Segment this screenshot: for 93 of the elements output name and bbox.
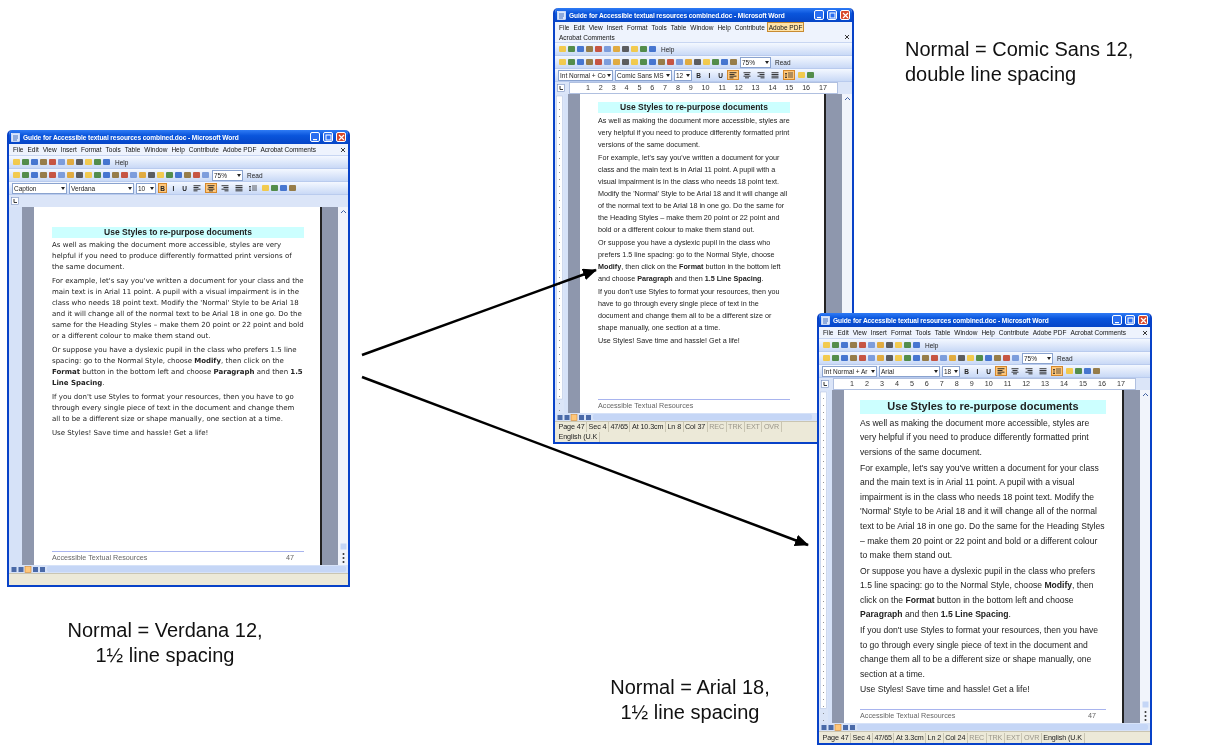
scroll-up-icon[interactable] (843, 96, 851, 102)
maximize-button[interactable] (1125, 315, 1135, 325)
close-document-icon[interactable] (340, 146, 346, 153)
line-spacing-button[interactable] (783, 70, 795, 80)
view-buttons-icon[interactable] (557, 413, 591, 421)
line-spacing-button[interactable] (1051, 366, 1063, 376)
dropdown-caret-icon[interactable] (933, 367, 939, 375)
align-center-icon (207, 184, 215, 192)
dropdown-caret-icon[interactable] (236, 171, 242, 179)
dropdown-caret-icon[interactable] (764, 58, 770, 66)
align-right-button[interactable] (755, 70, 767, 80)
document-paragraph: As well as making the document more accessible, styles are very helpful if you need to produce differently formatted print versions of the same document. (860, 416, 1091, 459)
document-paragraph: If you don't use Styles to format your resources, then you have to go through every single piece of text in the document and change them all to be a different size or shape manually, one section at a time. (860, 624, 1100, 681)
scroll-up-icon[interactable] (1141, 392, 1149, 398)
line-spacing-icon (249, 184, 257, 192)
toolbar-icons-drawing (261, 184, 297, 192)
horizontal-scrollbar[interactable] (47, 566, 346, 572)
horizontal-scrollbar[interactable] (857, 724, 1148, 730)
justify-icon (771, 71, 779, 79)
document-paragraph: Use Styles! Save time and hassle! Get a life! (860, 683, 1031, 697)
justify-button[interactable] (233, 183, 245, 193)
line-spacing-button[interactable] (247, 183, 259, 193)
dropdown-caret-icon[interactable] (60, 184, 66, 192)
justify-icon (1039, 367, 1047, 375)
dropdown-caret-icon[interactable] (953, 367, 959, 375)
dropdown-caret-icon[interactable] (665, 71, 671, 79)
maximize-icon (828, 11, 836, 19)
document-paragraph: For example, let's say you've written a document for your class and the main text is in Arial 11 point. A pupil with a visual impairment is in the class who needs 18 point text. Modify the 'Normal' Style to be Arial 18 and it will change all of the normal text to be Arial 18 in one go. Do the same for the Heading Styles – make them 20 point or 22 point and bold or a different colour to make them stand out. (860, 461, 1106, 563)
tab-stop-icon[interactable] (11, 197, 19, 205)
align-left-button[interactable] (191, 183, 203, 193)
align-center-icon (743, 71, 751, 79)
align-left-icon (193, 184, 201, 192)
browse-buttons-icon[interactable] (339, 543, 347, 563)
dropdown-caret-icon[interactable] (127, 184, 133, 192)
document-icon (557, 10, 566, 20)
minimize-button[interactable] (814, 10, 824, 20)
align-center-button[interactable] (205, 183, 217, 193)
justify-button[interactable] (1037, 366, 1049, 376)
align-left-icon (729, 71, 737, 79)
align-center-button[interactable] (1009, 366, 1021, 376)
document-heading: Use Styles to re-purpose documents (598, 102, 790, 113)
align-right-icon (221, 184, 229, 192)
dropdown-caret-icon[interactable] (1046, 354, 1052, 362)
slide-caption: Normal = Arial 18, 1½ line spacing (609, 675, 771, 725)
align-right-button[interactable] (219, 183, 231, 193)
close-document-icon[interactable] (844, 34, 850, 40)
justify-icon (235, 184, 243, 192)
toolbar-icons-drawing (797, 71, 815, 79)
vertical-scrollbar[interactable] (1140, 390, 1150, 723)
dropdown-caret-icon[interactable] (685, 71, 691, 79)
horizontal-scrollbar[interactable] (593, 414, 812, 420)
toolbar-icons-drawing (1065, 367, 1101, 375)
align-left-icon (997, 367, 1005, 375)
line-spacing-icon (785, 71, 793, 79)
close-icon (841, 11, 849, 19)
view-buttons-icon[interactable] (821, 723, 855, 731)
maximize-button[interactable] (323, 132, 333, 142)
align-left-button[interactable] (995, 366, 1007, 376)
document-icon (11, 132, 20, 142)
close-button[interactable] (336, 132, 346, 142)
view-buttons-icon[interactable] (11, 565, 45, 573)
document-heading: Use Styles to re-purpose documents (860, 400, 1106, 414)
dropdown-caret-icon[interactable] (870, 367, 876, 375)
scroll-up-icon[interactable] (339, 209, 347, 215)
tab-stop-icon[interactable] (821, 380, 829, 388)
align-right-icon (757, 71, 765, 79)
document-heading: Use Styles to re-purpose documents (52, 227, 304, 238)
browse-buttons-icon[interactable] (1141, 701, 1149, 721)
align-center-icon (1011, 367, 1019, 375)
slide-caption: Normal = Comic Sans 12, double line spacing (905, 37, 1135, 87)
maximize-button[interactable] (827, 10, 837, 20)
close-button[interactable] (1138, 315, 1148, 325)
close-document-icon[interactable] (1142, 329, 1148, 336)
slide-caption: Normal = Verdana 12, 1½ line spacing (66, 618, 264, 668)
tab-stop-icon[interactable] (557, 84, 565, 92)
document-paragraph: Or suppose you have a dyslexic pupil in the class who prefers 1.5 line spacing: go to the Normal Style, choose Modify, then click on the Format button in the bottom left and choose Paragraph and then 1.5 Line Spacing. (860, 564, 1097, 622)
line-spacing-icon (1053, 367, 1061, 375)
close-icon (1139, 316, 1147, 324)
align-left-button[interactable] (727, 70, 739, 80)
maximize-icon (324, 133, 332, 141)
maximize-icon (1126, 316, 1134, 324)
minimize-button[interactable] (310, 132, 320, 142)
dropdown-caret-icon[interactable] (149, 184, 155, 192)
minimize-button[interactable] (1112, 315, 1122, 325)
align-center-button[interactable] (741, 70, 753, 80)
dropdown-caret-icon[interactable] (606, 71, 612, 79)
document-icon (821, 315, 830, 325)
close-icon (337, 133, 345, 141)
close-button[interactable] (840, 10, 850, 20)
justify-button[interactable] (769, 70, 781, 80)
vertical-scrollbar[interactable] (338, 207, 348, 565)
align-right-icon (1025, 367, 1033, 375)
align-right-button[interactable] (1023, 366, 1035, 376)
